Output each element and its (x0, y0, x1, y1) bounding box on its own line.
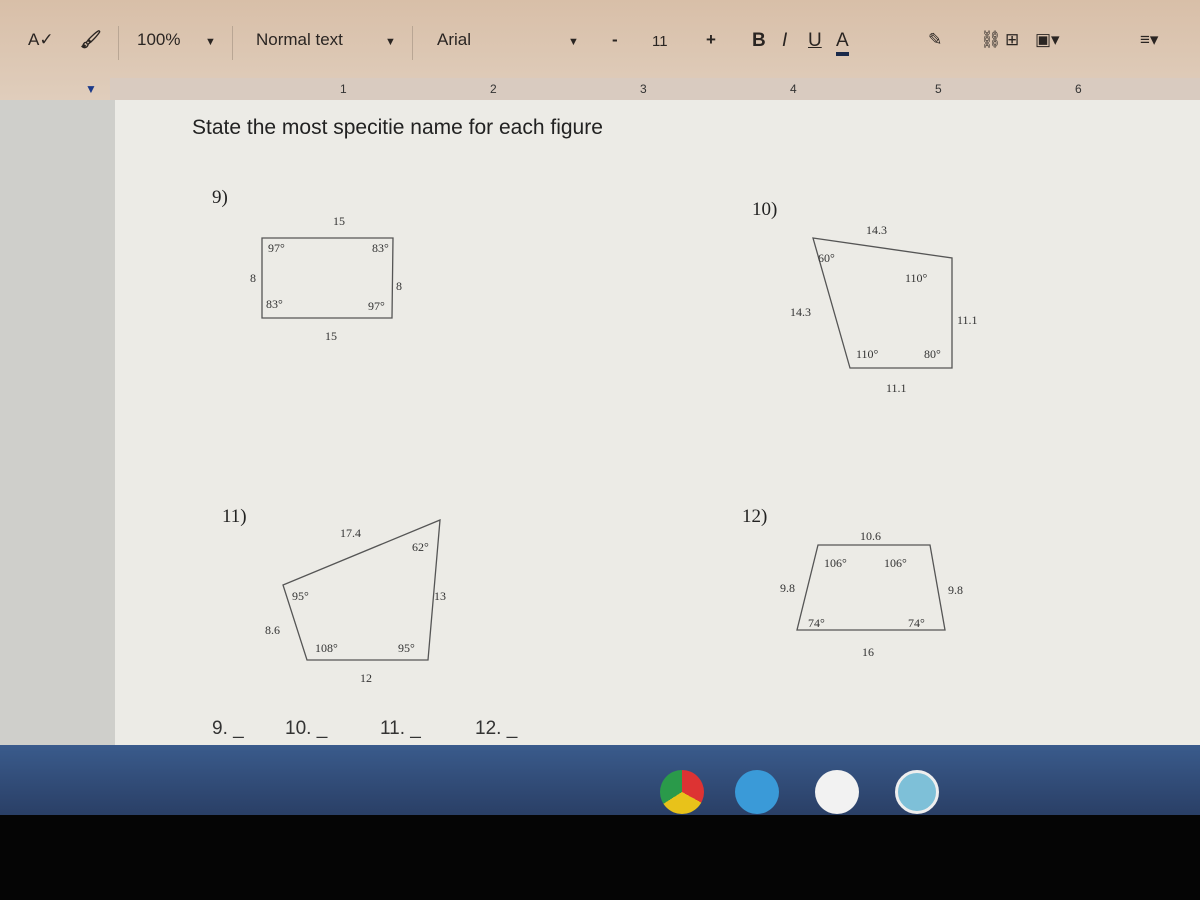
angle-label: 106° (884, 556, 907, 570)
side-label: 8 (396, 279, 402, 293)
side-label: 13 (434, 589, 446, 603)
angle-label: 60° (818, 251, 835, 265)
figure-number: 12) (742, 506, 767, 527)
side-label: 14.3 (866, 223, 887, 237)
side-label: 10.6 (860, 529, 881, 543)
angle-label: 108° (315, 641, 338, 655)
side-label: 15 (333, 214, 345, 228)
side-label: 14.3 (790, 305, 811, 319)
figure-number: 9) (212, 187, 228, 208)
clock-icon[interactable] (895, 770, 939, 814)
angle-label: 106° (824, 556, 847, 570)
side-label: 9.8 (948, 583, 963, 597)
angle-label: 83° (372, 241, 389, 255)
angle-label: 74° (908, 616, 925, 630)
figure-number: 11) (222, 506, 247, 527)
angle-label: 95° (398, 641, 415, 655)
side-label: 15 (325, 329, 337, 343)
figures: 9) 15 97° 83° 8 8 83° 97° 15 10) 14.3 60… (212, 187, 978, 685)
app-icon[interactable] (735, 770, 779, 814)
angle-label: 62° (412, 540, 429, 554)
side-label: 11.1 (886, 381, 907, 395)
taskbar (0, 745, 1200, 815)
answer-11[interactable]: 11. _ (380, 718, 421, 740)
side-label: 16 (862, 645, 874, 659)
angle-label: 97° (268, 241, 285, 255)
screen-bezel (0, 815, 1200, 900)
angle-label: 97° (368, 299, 385, 313)
figure-number: 10) (752, 199, 777, 220)
answer-10[interactable]: 10. _ (285, 718, 327, 740)
angle-label: 80° (924, 347, 941, 361)
side-label: 11.1 (957, 313, 978, 327)
angle-label: 110° (905, 271, 928, 285)
side-label: 17.4 (340, 526, 361, 540)
angle-label: 83° (266, 297, 283, 311)
angle-label: 95° (292, 589, 309, 603)
side-label: 12 (360, 671, 372, 685)
answer-12[interactable]: 12. _ (475, 718, 517, 740)
angle-label: 74° (808, 616, 825, 630)
side-label: 9.8 (780, 581, 795, 595)
angle-label: 110° (856, 347, 879, 361)
app-icon[interactable] (815, 770, 859, 814)
side-label: 8.6 (265, 623, 280, 637)
chrome-icon[interactable] (660, 770, 704, 814)
answer-9[interactable]: 9. _ (212, 718, 244, 740)
side-label: 8 (250, 271, 256, 285)
